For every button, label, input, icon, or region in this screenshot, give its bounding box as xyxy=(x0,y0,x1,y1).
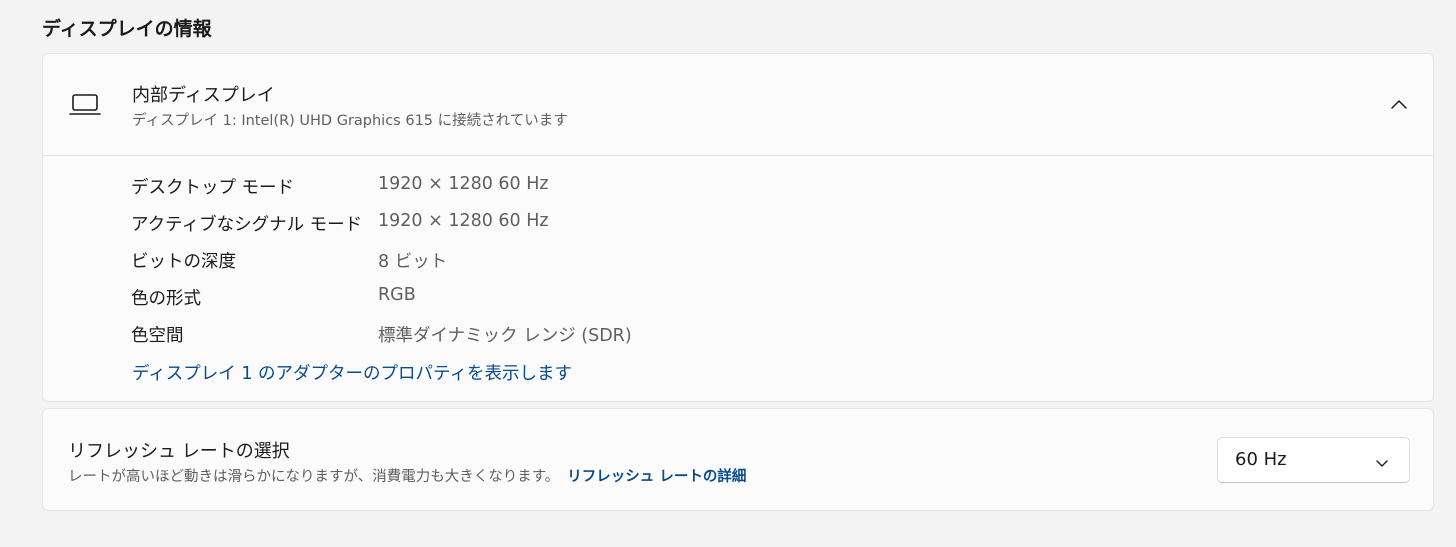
detail-value: 1920 × 1280 60 Hz xyxy=(378,174,549,194)
chevron-down-icon xyxy=(1375,454,1389,467)
refresh-rate-card: リフレッシュ レートの選択 レートが高いほど動きは滑らかになりますが、消費電力も… xyxy=(42,408,1434,511)
display-card: 内部ディスプレイ ディスプレイ 1: Intel(R) UHD Graphics… xyxy=(42,53,1434,402)
adapter-properties-link[interactable]: ディスプレイ 1 のアダプターのプロパティを表示します xyxy=(132,360,572,385)
chevron-up-icon xyxy=(1390,95,1408,114)
detail-row-color-format: 色の形式 RGB xyxy=(131,285,831,315)
detail-value: 8 ビット xyxy=(378,252,448,272)
refresh-rate-description-text: レートが高いほど動きは滑らかになりますが、消費電力も大きくなります。 xyxy=(68,469,560,485)
detail-row-bit-depth: ビットの深度 8 ビット xyxy=(131,248,831,278)
display-subtitle: ディスプレイ 1: Intel(R) UHD Graphics 615 に接続さ… xyxy=(132,113,568,129)
display-header[interactable]: 内部ディスプレイ ディスプレイ 1: Intel(R) UHD Graphics… xyxy=(43,54,1433,156)
detail-label: 色空間 xyxy=(131,326,184,346)
collapse-button[interactable] xyxy=(1385,90,1413,118)
detail-row-desktop-mode: デスクトップ モード 1920 × 1280 60 Hz xyxy=(131,174,831,204)
refresh-rate-dropdown[interactable]: 60 Hz xyxy=(1217,437,1410,483)
detail-label: ビットの深度 xyxy=(131,252,236,272)
section-title: ディスプレイの情報 xyxy=(42,18,212,40)
refresh-rate-description: レートが高いほど動きは滑らかになりますが、消費電力も大きくなります。 リフレッシュ… xyxy=(68,465,746,486)
detail-value: 1920 × 1280 60 Hz xyxy=(378,211,549,231)
detail-value: RGB xyxy=(378,285,416,305)
detail-row-signal-mode: アクティブなシグナル モード 1920 × 1280 60 Hz xyxy=(131,211,831,241)
refresh-rate-details-link[interactable]: リフレッシュ レートの詳細 xyxy=(567,469,746,485)
refresh-rate-selected: 60 Hz xyxy=(1235,449,1287,470)
refresh-rate-title: リフレッシュ レートの選択 xyxy=(68,441,290,462)
detail-label: デスクトップ モード xyxy=(131,178,295,198)
detail-label: 色の形式 xyxy=(131,289,201,309)
detail-label: アクティブなシグナル モード xyxy=(131,215,363,235)
laptop-icon xyxy=(69,92,101,118)
detail-row-color-space: 色空間 標準ダイナミック レンジ (SDR) xyxy=(131,322,831,352)
display-title: 内部ディスプレイ xyxy=(132,85,275,106)
detail-value: 標準ダイナミック レンジ (SDR) xyxy=(378,326,632,346)
